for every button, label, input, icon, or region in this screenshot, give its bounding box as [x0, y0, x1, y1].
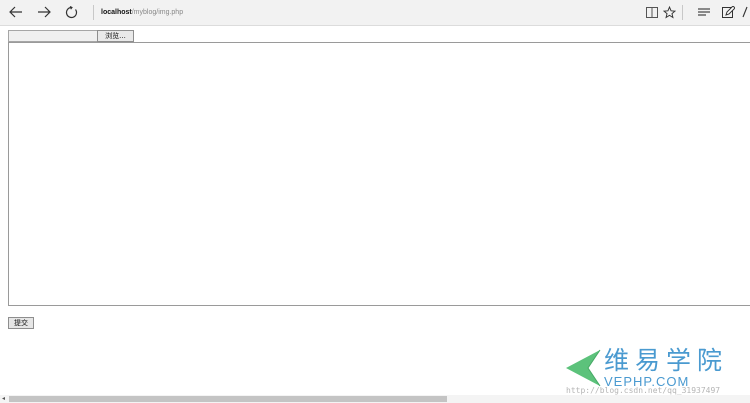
- content-textarea[interactable]: [8, 42, 750, 306]
- submit-button[interactable]: 提交: [8, 317, 34, 329]
- pen-icon[interactable]: [718, 3, 738, 21]
- address-bar[interactable]: localhost/myblog/img.php: [101, 7, 183, 19]
- file-input[interactable]: 浏览...: [8, 30, 134, 42]
- arrow-left-icon[interactable]: [6, 3, 26, 21]
- toolbar-divider-2: [682, 5, 683, 20]
- url-path: /myblog/img.php: [131, 9, 184, 16]
- scrollbar-thumb[interactable]: [9, 396, 447, 402]
- hub-icon[interactable]: [694, 3, 714, 21]
- star-icon[interactable]: [659, 3, 679, 21]
- more-icon[interactable]: [740, 3, 750, 21]
- browser-toolbar: localhost/myblog/img.php: [0, 0, 750, 26]
- watermark-chinese: 维易学院: [604, 346, 729, 375]
- arrow-right-icon[interactable]: [34, 3, 54, 21]
- toolbar-divider: [93, 5, 94, 20]
- scroll-left-icon[interactable]: ◂: [2, 395, 8, 403]
- file-path-field[interactable]: [9, 31, 96, 41]
- refresh-icon[interactable]: [61, 3, 81, 21]
- browse-button[interactable]: 浏览...: [97, 30, 134, 42]
- url-host: localhost: [101, 9, 132, 16]
- horizontal-scrollbar[interactable]: ◂: [0, 395, 750, 403]
